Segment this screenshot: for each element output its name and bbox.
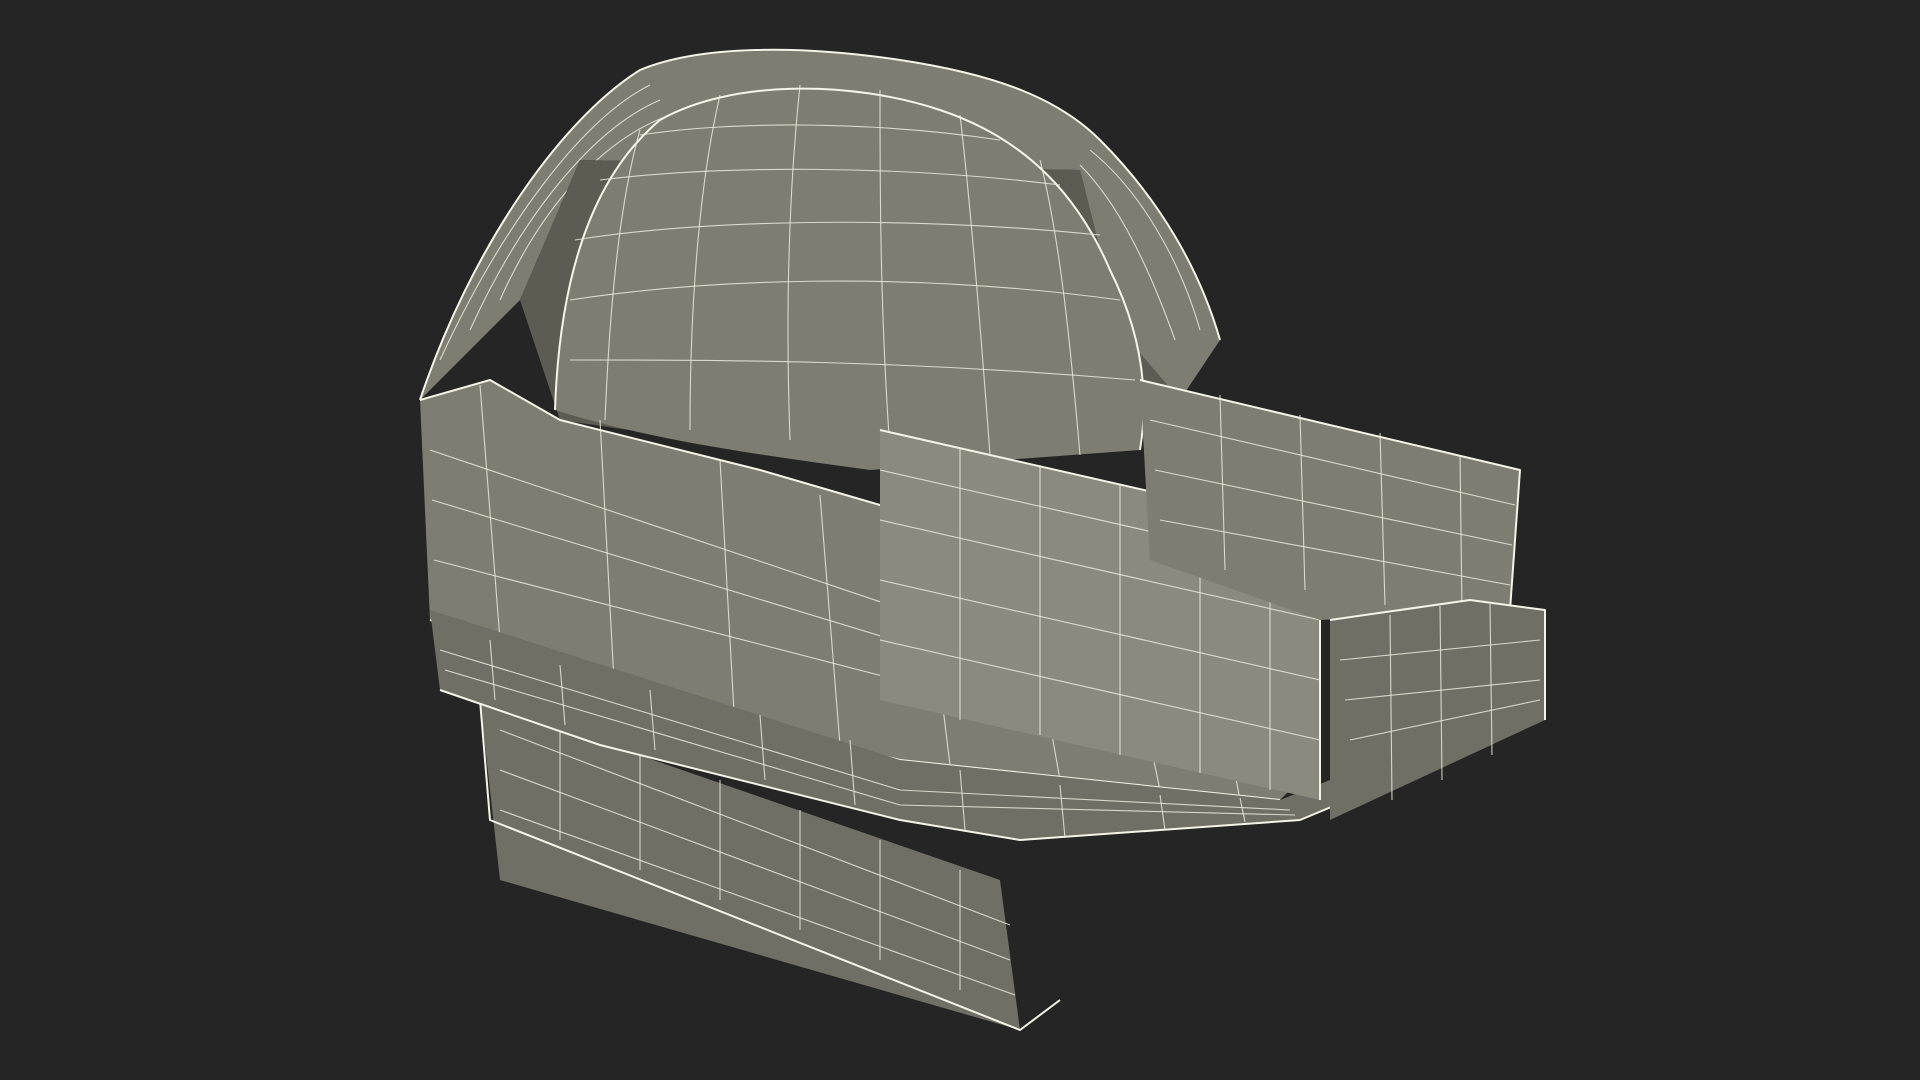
wireframe-model — [419, 48, 1546, 1031]
right-corner-block — [1329, 599, 1546, 820]
render-viewport — [0, 0, 1920, 1080]
